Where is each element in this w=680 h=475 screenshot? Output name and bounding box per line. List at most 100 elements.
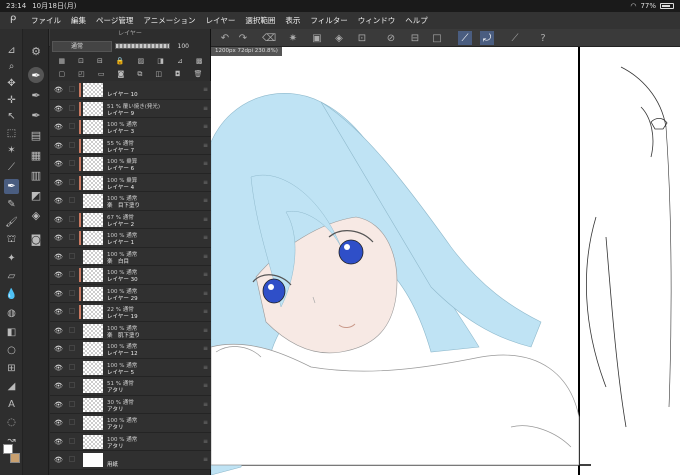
snap-curve-icon[interactable]: ⤾ [480, 31, 494, 45]
layer-row[interactable]: 👁 55 % 通常 レイヤー 7 ≡ [50, 136, 211, 155]
visibility-eye-icon[interactable]: 👁 [54, 216, 63, 224]
layer-row[interactable]: 👁 100 % 通常 レイヤー 5 ≡ [50, 358, 211, 377]
layer-lock-toggle[interactable] [69, 252, 75, 259]
ruler-tool-icon[interactable]: ⊿ [4, 43, 19, 58]
layer-row[interactable]: 👁 100 % 通常楽 白目 ≡ [50, 247, 211, 266]
blend-mode-select[interactable]: 通常 [52, 40, 112, 52]
layer-row[interactable]: 👁 100 % 乗算 レイヤー 6 ≡ [50, 155, 211, 174]
fill-tool-icon[interactable]: ◍ [4, 306, 19, 321]
visibility-eye-icon[interactable]: 👁 [54, 401, 63, 409]
fill-icon[interactable]: ◈ [332, 31, 346, 45]
perspective-icon[interactable]: ⟋ [508, 31, 522, 45]
layer-stack-icon[interactable]: ◈ [28, 207, 44, 223]
merge-down-icon[interactable]: ⧉ [137, 70, 142, 79]
drag-handle-icon[interactable]: ≡ [203, 123, 208, 130]
layer-lock-toggle[interactable] [69, 419, 75, 425]
move-tool-icon[interactable]: ✛ [4, 93, 19, 108]
layer-lock-toggle[interactable] [69, 289, 75, 296]
layer-lock-toggle[interactable] [69, 382, 75, 388]
layer-lock-toggle[interactable] [69, 326, 75, 333]
layer-lock-toggle[interactable] [69, 234, 75, 240]
clear-icon[interactable]: ⌫ [262, 31, 276, 45]
visibility-eye-icon[interactable]: 👁 [54, 382, 63, 390]
drag-handle-icon[interactable]: ≡ [203, 419, 208, 426]
layer-row[interactable]: 👁 100 % 通常 アタリ ≡ [50, 414, 211, 433]
menu-file[interactable]: ファイル [26, 15, 66, 26]
airbrush-tool-icon[interactable]: ⛫ [4, 233, 19, 248]
visibility-eye-icon[interactable]: 👁 [54, 86, 63, 94]
mask-icon[interactable]: ◨ [157, 57, 164, 65]
new-raster-icon[interactable]: ▢ [59, 70, 66, 78]
drag-handle-icon[interactable]: ≡ [203, 234, 208, 241]
drag-handle-icon[interactable]: ≡ [203, 142, 208, 149]
subtool-mapping-pen-icon[interactable]: ✒ [28, 87, 44, 103]
drag-handle-icon[interactable]: ≡ [203, 364, 208, 371]
menu-animation[interactable]: アニメーション [138, 15, 200, 26]
decoration-tool-icon[interactable]: ✦ [4, 251, 19, 266]
menu-page[interactable]: ページ管理 [91, 15, 138, 26]
drag-handle-icon[interactable]: ≡ [203, 382, 208, 389]
layer-lock-toggle[interactable] [69, 104, 75, 111]
visibility-eye-icon[interactable]: 👁 [54, 160, 63, 168]
visibility-eye-icon[interactable]: 👁 [54, 327, 63, 335]
pen-tool-icon[interactable]: ✒ [4, 179, 19, 194]
menu-filter[interactable]: フィルター [305, 15, 352, 26]
lock-icon[interactable]: 🔒 [116, 57, 125, 65]
visibility-eye-icon[interactable]: 👁 [54, 364, 63, 372]
layer-lock-toggle[interactable] [69, 271, 75, 277]
layer-row[interactable]: 👁 22 % 通常 レイヤー 19 ≡ [50, 303, 211, 322]
layer-row[interactable]: 👁 100 % 通常 レイヤー 29 ≡ [50, 284, 211, 303]
drag-handle-icon[interactable]: ≡ [203, 438, 208, 445]
drag-handle-icon[interactable]: ≡ [203, 345, 208, 352]
text-tool-icon[interactable]: A [4, 397, 19, 412]
frame-tool-icon[interactable]: ⊞ [4, 361, 19, 376]
layer-lock-toggle[interactable] [69, 197, 75, 203]
crop-icon[interactable]: ⊟ [408, 31, 422, 45]
menu-layer[interactable]: レイヤー [201, 15, 241, 26]
delete-layer-icon[interactable]: 🗑 [194, 70, 203, 78]
menu-window[interactable]: ウィンドウ [353, 15, 401, 26]
layer-lock-toggle[interactable] [69, 400, 75, 407]
canvas-info-tab[interactable]: 1200px 72dpi 230.8%) [211, 47, 282, 56]
drag-handle-icon[interactable]: ≡ [203, 327, 208, 334]
ruler-icon[interactable]: ⊘ [384, 31, 398, 45]
app-logo-icon[interactable]: ᑭ [0, 15, 26, 26]
layer-lock-toggle[interactable] [69, 178, 75, 185]
drag-handle-icon[interactable]: ≡ [203, 290, 208, 297]
drag-handle-icon[interactable]: ≡ [203, 271, 208, 278]
layer-row[interactable]: 👁 100 % 通常 レイヤー 3 ≡ [50, 118, 211, 137]
layer-row[interactable]: 👁 100 % 通常楽 目下塗り ≡ [50, 192, 211, 211]
layer-row[interactable]: 👁 100 % 通常楽 肌下塗り ≡ [50, 321, 211, 340]
menu-selection[interactable]: 選択範囲 [240, 15, 280, 26]
visibility-eye-icon[interactable]: 👁 [54, 253, 63, 261]
layer-row[interactable]: 👁 67 % 通常 レイヤー 2 ≡ [50, 210, 211, 229]
subtool-real-gpen-icon[interactable]: ▦ [28, 147, 44, 163]
layer-lock-toggle[interactable] [69, 215, 75, 222]
layer-row[interactable]: 👁 51 % 覆い焼き(発光) レイヤー 9 ≡ [50, 99, 211, 118]
layer-row[interactable]: 👁 レイヤー 10 ≡ [50, 81, 211, 100]
figure-tool-icon[interactable]: ○ [4, 343, 19, 358]
visibility-eye-icon[interactable]: 👁 [54, 438, 63, 446]
drag-handle-icon[interactable]: ≡ [203, 197, 208, 204]
subtool-material-icon[interactable]: ◩ [28, 187, 44, 203]
visibility-eye-icon[interactable]: 👁 [54, 308, 63, 316]
hand-tool-icon[interactable]: ✥ [4, 76, 19, 91]
drag-handle-icon[interactable]: ≡ [203, 160, 208, 167]
layer-row[interactable]: 👁 100 % 通常 レイヤー 1 ≡ [50, 229, 211, 248]
camera-icon[interactable]: ◙ [28, 231, 44, 247]
layer-row[interactable]: 👁 100 % 乗算 レイヤー 4 ≡ [50, 173, 211, 192]
subtool-soft-pen-icon[interactable]: ▥ [28, 167, 44, 183]
selection-tool-icon[interactable]: ⬚ [4, 126, 19, 141]
visibility-eye-icon[interactable]: 👁 [54, 179, 63, 187]
new-fill-icon[interactable]: ◙ [117, 70, 124, 78]
visibility-eye-icon[interactable]: 👁 [54, 419, 63, 427]
blend-tool-icon[interactable]: 💧 [4, 287, 19, 302]
visibility-eye-icon[interactable]: 👁 [54, 105, 63, 113]
layer-lock-toggle[interactable] [69, 363, 75, 370]
deselect-icon[interactable]: ✷ [286, 31, 300, 45]
visibility-eye-icon[interactable]: 👁 [54, 123, 63, 131]
drag-handle-icon[interactable]: ≡ [203, 86, 208, 93]
visibility-eye-icon[interactable]: 👁 [54, 234, 63, 242]
menu-view[interactable]: 表示 [280, 15, 305, 26]
visibility-eye-icon[interactable]: 👁 [54, 197, 63, 205]
